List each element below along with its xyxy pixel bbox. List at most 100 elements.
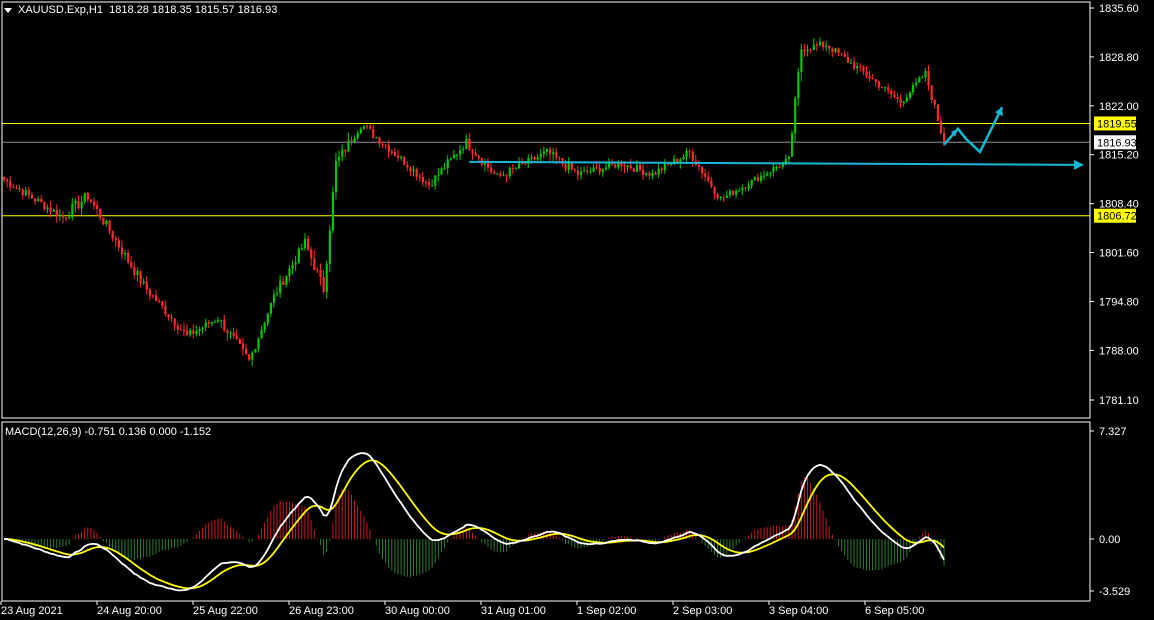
symbol-dropdown-icon[interactable] (4, 8, 12, 13)
candle-body (86, 192, 89, 200)
candle-body (130, 262, 133, 268)
candle-body (260, 330, 263, 339)
candle-body (803, 49, 806, 52)
candle-body (477, 155, 480, 159)
candle-body (6, 179, 9, 182)
candle-body (431, 185, 434, 187)
macd-header: MACD(12,26,9) -0.751 0.136 0.000 -1.152 (5, 426, 211, 438)
candle-body (716, 194, 719, 199)
candle-body (828, 45, 831, 49)
candle-body (595, 167, 598, 169)
candle-body (905, 97, 908, 102)
candle-body (446, 159, 449, 169)
candle-body (772, 167, 775, 173)
candle-body (341, 149, 344, 157)
candle-body (871, 78, 874, 80)
candle-body (179, 329, 183, 331)
price-tick-label: 1801.60 (1099, 248, 1139, 260)
candle-body (642, 169, 645, 175)
candle-body (474, 153, 477, 156)
candle-body (452, 154, 456, 158)
candle-body (300, 248, 304, 250)
candle-body (362, 126, 366, 129)
candle-body (96, 205, 99, 209)
candle-body (396, 155, 400, 158)
candle-body (576, 170, 580, 176)
candle-body (877, 81, 881, 88)
candle-body (359, 128, 362, 134)
candle-body (151, 295, 155, 297)
candle-body (545, 148, 549, 152)
candle-body (530, 157, 533, 159)
candle-body (592, 167, 595, 172)
candle-body (303, 238, 307, 249)
candle-body (375, 137, 378, 139)
candle-body (927, 70, 930, 86)
candle-body (254, 349, 257, 353)
candle-body (797, 72, 800, 99)
candle-body (822, 41, 825, 48)
candle-body (555, 152, 558, 158)
symbol-name: XAUUSD.Exp,H1 (18, 4, 103, 16)
candle-body (741, 187, 744, 191)
candle-body (589, 171, 592, 173)
candle-body (846, 56, 850, 63)
candle-body (89, 199, 93, 202)
candle (331, 186, 335, 234)
candle-body (105, 220, 108, 225)
candle-body (173, 318, 176, 326)
candle-body (552, 152, 555, 155)
candle-body (701, 166, 704, 174)
candle-body (421, 177, 425, 183)
candle-body (136, 271, 139, 276)
candle-body (418, 176, 421, 178)
candle-body (902, 101, 905, 104)
price-chart[interactable]: 1835.601828.801822.001815.201808.401801.… (0, 0, 1154, 620)
candle-body (682, 156, 685, 160)
candle-body (570, 163, 573, 170)
candle-body (635, 164, 639, 172)
candle-body (812, 44, 815, 51)
candle-body (257, 338, 260, 350)
candle-body (120, 247, 124, 255)
candle-body (161, 301, 164, 306)
candle-body (713, 186, 716, 195)
candle-body (583, 170, 586, 172)
candle-body (21, 189, 24, 196)
price-tick-label: 1815.20 (1099, 150, 1139, 162)
ohlc-values: 1818.28 1818.35 1815.57 1816.93 (109, 4, 278, 16)
candle-body (837, 48, 840, 54)
candle-body (533, 157, 536, 160)
candle-body (834, 48, 837, 52)
candle-body (884, 87, 887, 89)
candle-body (598, 167, 601, 173)
macd-params: MACD(12,26,9) (5, 426, 82, 438)
candle-body (207, 322, 210, 324)
candle-body (210, 322, 214, 324)
candle-body (654, 172, 657, 175)
candle-body (365, 126, 369, 128)
candle-body (732, 191, 735, 195)
candle-body (648, 172, 651, 176)
candle-body (735, 190, 738, 195)
candle-body (890, 90, 893, 95)
candle-body (108, 220, 111, 232)
candle-body (539, 153, 542, 158)
candle-body (328, 230, 331, 264)
candle-body (176, 325, 179, 330)
candle-body (691, 151, 694, 161)
candle-body (586, 170, 589, 172)
candle-body (865, 71, 868, 77)
candle-body (282, 281, 285, 285)
candle-body (626, 165, 629, 168)
candle-body (915, 82, 918, 85)
time-tick-label: 2 Sep 03:00 (673, 605, 732, 617)
candle-body (856, 66, 859, 69)
price-tick-label: 1828.80 (1099, 52, 1139, 64)
candle-body (511, 168, 514, 170)
candle-body (170, 317, 173, 319)
candle-body (46, 207, 49, 210)
candle-body (92, 201, 96, 206)
candle-body (880, 87, 884, 89)
candle-body (465, 138, 468, 150)
